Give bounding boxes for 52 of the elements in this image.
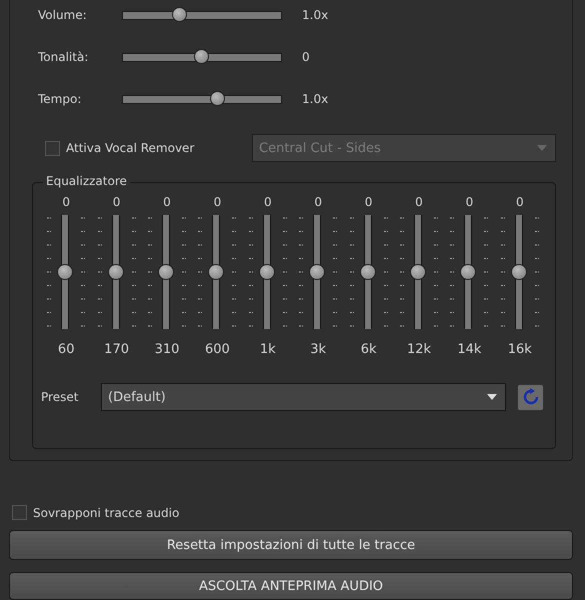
band-value: 0 <box>112 195 120 211</box>
checkbox-label: Sovrapponi tracce audio <box>33 506 180 520</box>
slider-thumb[interactable] <box>460 264 476 280</box>
band-frequency: 170 <box>104 342 129 357</box>
band-frequency: 60 <box>58 342 74 357</box>
band-frequency: 16k <box>508 342 532 357</box>
slider-thumb[interactable] <box>208 264 224 280</box>
slider-reading: 1.0x <box>302 8 328 22</box>
action-button[interactable]: ASCOLTA ANTEPRIMA AUDIO <box>9 572 573 600</box>
slider-thumb[interactable] <box>360 264 376 280</box>
slider-label: Tonalità: <box>38 50 90 64</box>
band-frequency: 12k <box>406 342 432 357</box>
slider-thumb[interactable] <box>172 6 187 22</box>
refresh-button[interactable] <box>517 384 544 410</box>
slider-label: Tempo: <box>38 92 82 106</box>
band-frequency: 14k <box>457 342 482 357</box>
preset-dropdown[interactable]: (Default) <box>101 383 506 411</box>
band-frequency: 600 <box>204 342 230 357</box>
slider-thumb[interactable] <box>57 264 74 280</box>
preset-label: Preset <box>41 390 80 404</box>
action-button[interactable]: Resetta impostazioni di tutte le tracce <box>9 530 573 560</box>
band-value: 0 <box>516 195 524 211</box>
band-value: 0 <box>163 195 171 211</box>
band-value: 0 <box>364 195 372 211</box>
band-frequency: 3k <box>310 342 326 357</box>
caret-icon <box>537 145 547 151</box>
band-value: 0 <box>415 195 423 211</box>
slider-thumb[interactable] <box>210 90 225 106</box>
slider-thumb[interactable] <box>258 264 275 280</box>
slider-thumb[interactable] <box>158 264 174 280</box>
refresh-icon <box>522 388 540 406</box>
band-value: 0 <box>62 195 70 211</box>
band-value: 0 <box>466 195 474 211</box>
band-frequency: 6k <box>360 342 376 357</box>
slider-reading: 1.0x <box>302 92 328 106</box>
slider-label: Volume: <box>38 8 88 22</box>
band-frequency: 1k <box>260 342 276 357</box>
checkbox[interactable] <box>45 140 60 156</box>
slider-thumb[interactable] <box>108 264 124 280</box>
band-value: 0 <box>314 195 322 211</box>
slider-thumb[interactable] <box>194 48 209 64</box>
band-value: 0 <box>214 195 222 211</box>
checkbox-label: Attiva Vocal Remover <box>66 141 194 155</box>
band-value: 0 <box>264 195 272 211</box>
slider-thumb[interactable] <box>410 264 426 280</box>
checkbox[interactable] <box>12 505 27 520</box>
slider-reading: 0 <box>302 50 310 64</box>
group-title: Equalizzatore <box>43 174 130 188</box>
band-frequency: 310 <box>154 342 180 357</box>
slider-thumb[interactable] <box>510 264 527 280</box>
caret-icon <box>487 394 497 400</box>
slider-thumb[interactable] <box>309 264 326 280</box>
